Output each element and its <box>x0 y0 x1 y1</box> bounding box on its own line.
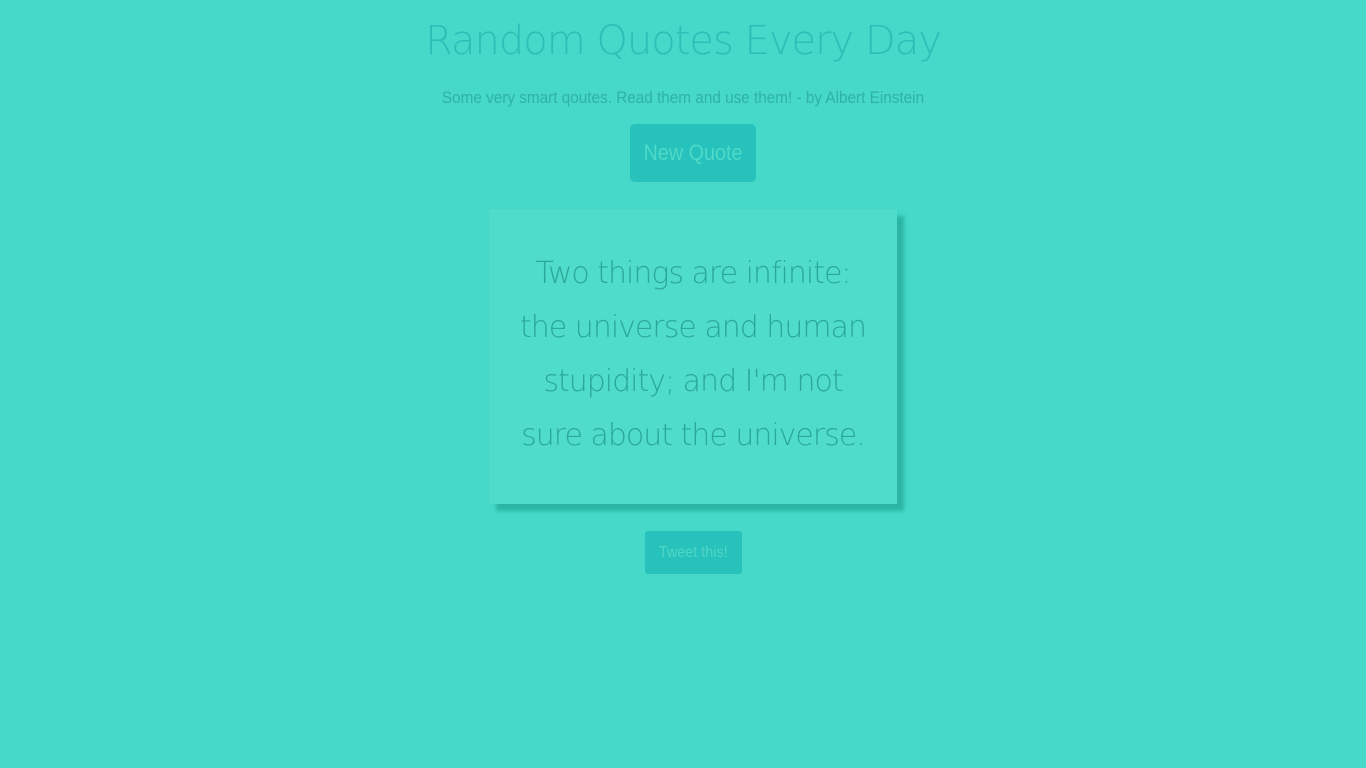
new-quote-label: New Quote <box>643 140 743 165</box>
quote-text: Two things are infinite: the universe an… <box>520 256 867 453</box>
page-subtitle: Some very smart qoutes. Read them and us… <box>441 88 925 107</box>
new-quote-button[interactable]: New Quote <box>630 124 756 182</box>
quote-card: Two things are infinite: the universe an… <box>489 209 897 504</box>
tweet-label: Tweet this! <box>659 543 728 561</box>
page-title: Random Quotes Every Day <box>425 18 942 64</box>
tweet-button[interactable]: Tweet this! <box>645 531 742 574</box>
